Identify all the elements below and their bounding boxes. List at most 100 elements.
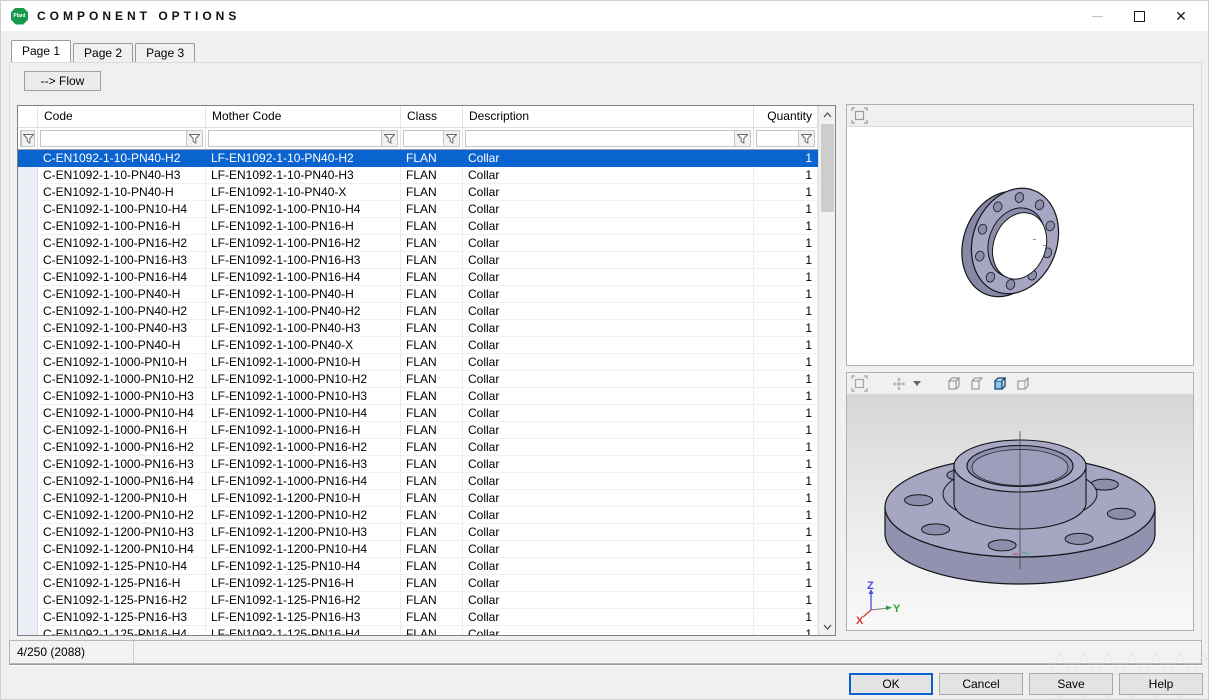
ok-button[interactable]: OK (849, 673, 933, 695)
filter-class-funnel-button[interactable] (443, 131, 459, 146)
row-selector[interactable] (18, 286, 38, 303)
column-header-mother-code[interactable]: Mother Code (206, 106, 401, 127)
table-row[interactable]: C-EN1092-1-125-PN16-HLF-EN1092-1-125-PN1… (18, 575, 835, 592)
zoom-extents-icon[interactable] (851, 375, 868, 392)
table-row[interactable]: C-EN1092-1-1000-PN16-H2LF-EN1092-1-1000-… (18, 439, 835, 456)
row-selector[interactable] (18, 473, 38, 490)
filter-description[interactable] (463, 128, 754, 149)
row-selector[interactable] (18, 371, 38, 388)
save-button[interactable]: Save (1029, 673, 1113, 695)
scroll-down-button[interactable] (819, 618, 836, 635)
table-row[interactable]: C-EN1092-1-100-PN16-H2LF-EN1092-1-100-PN… (18, 235, 835, 252)
view-preset-icon-4[interactable] (1014, 376, 1030, 392)
filter-code-funnel-button[interactable] (186, 131, 202, 146)
row-selector[interactable] (18, 490, 38, 507)
row-selector[interactable] (18, 507, 38, 524)
row-selector[interactable] (18, 388, 38, 405)
table-row[interactable]: C-EN1092-1-100-PN16-H3LF-EN1092-1-100-PN… (18, 252, 835, 269)
help-button[interactable]: Help (1119, 673, 1203, 695)
table-row[interactable]: C-EN1092-1-100-PN40-H3LF-EN1092-1-100-PN… (18, 320, 835, 337)
view-preset-icon-3-active[interactable] (991, 376, 1007, 392)
table-row[interactable]: C-EN1092-1-1000-PN16-H3LF-EN1092-1-1000-… (18, 456, 835, 473)
filter-quantity[interactable] (754, 128, 818, 149)
scroll-up-button[interactable] (819, 106, 836, 123)
table-row[interactable]: C-EN1092-1-1000-PN10-H4LF-EN1092-1-1000-… (18, 405, 835, 422)
table-row[interactable]: C-EN1092-1-1200-PN10-HLF-EN1092-1-1200-P… (18, 490, 835, 507)
table-row[interactable]: C-EN1092-1-10-PN40-HLF-EN1092-1-10-PN40-… (18, 184, 835, 201)
column-header-class[interactable]: Class (401, 106, 463, 127)
table-row[interactable]: C-EN1092-1-1000-PN10-H2LF-EN1092-1-1000-… (18, 371, 835, 388)
filter-quantity-funnel-button[interactable] (798, 131, 814, 146)
table-row[interactable]: C-EN1092-1-10-PN40-H2LF-EN1092-1-10-PN40… (18, 150, 835, 167)
table-row[interactable]: C-EN1092-1-1200-PN10-H4LF-EN1092-1-1200-… (18, 541, 835, 558)
table-row[interactable]: C-EN1092-1-1200-PN10-H3LF-EN1092-1-1200-… (18, 524, 835, 541)
filter-description-input[interactable] (465, 130, 751, 147)
row-selector[interactable] (18, 354, 38, 371)
column-header-code[interactable]: Code (38, 106, 206, 127)
vertical-scrollbar[interactable] (818, 106, 835, 635)
filter-code[interactable] (38, 128, 206, 149)
tab-page-2[interactable]: Page 2 (73, 43, 133, 62)
row-selector[interactable] (18, 541, 38, 558)
table-row[interactable]: C-EN1092-1-125-PN16-H3LF-EN1092-1-125-PN… (18, 609, 835, 626)
row-selector[interactable] (18, 337, 38, 354)
table-row[interactable]: C-EN1092-1-1000-PN16-H4LF-EN1092-1-1000-… (18, 473, 835, 490)
zoom-extents-icon[interactable] (851, 107, 868, 124)
row-selector[interactable] (18, 269, 38, 286)
filter-class[interactable] (401, 128, 463, 149)
table-row[interactable]: C-EN1092-1-100-PN40-HLF-EN1092-1-100-PN4… (18, 286, 835, 303)
column-header-description[interactable]: Description (463, 106, 754, 127)
table-row[interactable]: C-EN1092-1-1000-PN10-H3LF-EN1092-1-1000-… (18, 388, 835, 405)
row-selector[interactable] (18, 456, 38, 473)
table-row[interactable]: C-EN1092-1-100-PN16-HLF-EN1092-1-100-PN1… (18, 218, 835, 235)
filter-selector-input[interactable] (20, 130, 35, 147)
row-selector[interactable] (18, 609, 38, 626)
maximize-button[interactable] (1118, 1, 1160, 31)
filter-quantity-input[interactable] (756, 130, 815, 147)
table-row[interactable]: C-EN1092-1-10-PN40-H3LF-EN1092-1-10-PN40… (18, 167, 835, 184)
filter-selector-funnel-button[interactable] (21, 131, 34, 146)
row-selector[interactable] (18, 524, 38, 541)
tab-page-1[interactable]: Page 1 (11, 40, 71, 62)
filter-selector[interactable] (18, 128, 38, 149)
flange-3d-view-large[interactable]: Z Y X (847, 395, 1193, 630)
table-row[interactable]: C-EN1092-1-100-PN40-HLF-EN1092-1-100-PN4… (18, 337, 835, 354)
row-selector[interactable] (18, 252, 38, 269)
table-row[interactable]: C-EN1092-1-125-PN10-H4LF-EN1092-1-125-PN… (18, 558, 835, 575)
column-header-quantity[interactable]: Quantity (754, 106, 818, 127)
filter-description-funnel-button[interactable] (734, 131, 750, 146)
row-selector[interactable] (18, 150, 38, 167)
filter-mother-code[interactable] (206, 128, 401, 149)
row-selector[interactable] (18, 218, 38, 235)
table-row[interactable]: C-EN1092-1-125-PN16-H4LF-EN1092-1-125-PN… (18, 626, 835, 635)
pan-move-icon[interactable] (892, 377, 906, 391)
table-row[interactable]: C-EN1092-1-1000-PN16-HLF-EN1092-1-1000-P… (18, 422, 835, 439)
table-row[interactable]: C-EN1092-1-100-PN40-H2LF-EN1092-1-100-PN… (18, 303, 835, 320)
row-selector[interactable] (18, 235, 38, 252)
row-selector[interactable] (18, 558, 38, 575)
view-preset-icon-2[interactable] (968, 376, 984, 392)
dropdown-caret-icon[interactable] (913, 381, 921, 386)
row-selector[interactable] (18, 575, 38, 592)
row-selector[interactable] (18, 184, 38, 201)
minimize-button[interactable] (1076, 1, 1118, 31)
scrollbar-thumb[interactable] (821, 124, 834, 212)
filter-code-input[interactable] (40, 130, 203, 147)
table-row[interactable]: C-EN1092-1-1200-PN10-H2LF-EN1092-1-1200-… (18, 507, 835, 524)
flow-button[interactable]: --> Flow (24, 71, 101, 91)
row-selector[interactable] (18, 439, 38, 456)
table-row[interactable]: C-EN1092-1-100-PN10-H4LF-EN1092-1-100-PN… (18, 201, 835, 218)
collar-3d-view-small[interactable] (847, 127, 1193, 365)
table-row[interactable]: C-EN1092-1-100-PN16-H4LF-EN1092-1-100-PN… (18, 269, 835, 286)
row-selector[interactable] (18, 320, 38, 337)
filter-mother-code-funnel-button[interactable] (381, 131, 397, 146)
row-selector[interactable] (18, 405, 38, 422)
row-selector[interactable] (18, 626, 38, 635)
close-button[interactable]: ✕ (1160, 1, 1202, 31)
view-preset-icon-1[interactable] (945, 376, 961, 392)
table-row[interactable]: C-EN1092-1-1000-PN10-HLF-EN1092-1-1000-P… (18, 354, 835, 371)
filter-class-input[interactable] (403, 130, 460, 147)
filter-mother-code-input[interactable] (208, 130, 398, 147)
table-row[interactable]: C-EN1092-1-125-PN16-H2LF-EN1092-1-125-PN… (18, 592, 835, 609)
row-selector[interactable] (18, 422, 38, 439)
